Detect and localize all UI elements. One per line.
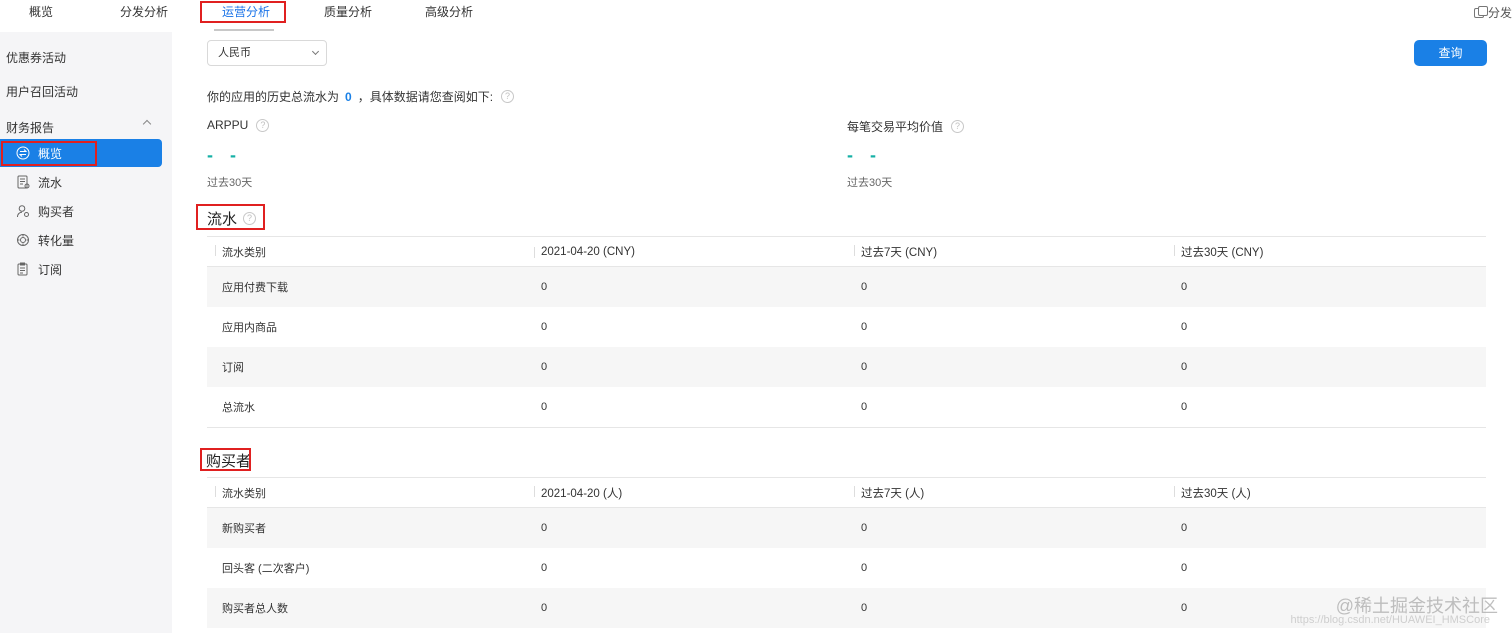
table-cell: 0 <box>541 562 548 574</box>
share-label: 分发 <box>1487 6 1512 20</box>
help-icon[interactable]: ? <box>951 120 965 133</box>
help-icon[interactable]: ? <box>501 90 515 103</box>
sidebar-item-conversion[interactable]: 转化量 <box>0 226 162 254</box>
table-cell: 购买者总人数 <box>222 603 288 615</box>
column-header: 过去7天 (人) <box>853 485 924 501</box>
column-header: 过去7天 (CNY) <box>853 244 937 260</box>
revenue-table: 流水类别 2021-04-20 (CNY) 过去7天 (CNY) 过去30天 (… <box>207 236 1486 428</box>
table-cell: 0 <box>861 281 868 293</box>
metric-avg-transaction-label: 每笔交易平均价值 ? <box>847 118 965 135</box>
table-cell: 0 <box>541 321 548 333</box>
table-cell: 新购买者 <box>222 523 266 535</box>
chevron-up-icon <box>142 119 152 129</box>
active-tab-indicator <box>214 29 274 31</box>
clipboard-icon <box>16 262 30 276</box>
cycle-icon <box>16 233 30 247</box>
tab-highlight-box <box>200 1 286 23</box>
table-header-row: 流水类别 2021-04-20 (人) 过去7天 (人) 过去30天 (人) <box>207 478 1486 508</box>
sidebar-item-label: 流水 <box>38 175 63 190</box>
currency-select-value: 人民币 <box>218 47 251 59</box>
section-highlight-box <box>200 448 251 471</box>
share-button[interactable]: 分发 <box>1473 4 1512 21</box>
table-cell: 0 <box>541 361 548 373</box>
sidebar-item-buyers[interactable]: 购买者 <box>0 197 162 225</box>
sidebar-item-revenue[interactable]: 流水 <box>0 168 162 196</box>
table-cell: 订阅 <box>222 362 244 374</box>
table-cell: 0 <box>1181 321 1188 333</box>
table-cell: 0 <box>861 361 868 373</box>
tab-advanced-analysis[interactable]: 高级分析 <box>425 0 473 24</box>
metric-arppu-value: - - <box>207 145 242 165</box>
tab-quality-analysis[interactable]: 质量分析 <box>324 0 372 24</box>
summary-suffix: ，具体数据请您查阅如下: <box>357 90 494 104</box>
help-icon[interactable]: ? <box>256 118 270 132</box>
tab-overview[interactable]: 概览 <box>29 0 53 24</box>
table-cell: 0 <box>1181 361 1188 373</box>
table-row: 总流水 0 0 0 <box>207 387 1486 427</box>
buyers-table: 流水类别 2021-04-20 (人) 过去7天 (人) 过去30天 (人) 新… <box>207 477 1486 628</box>
metric-label-text: 每笔交易平均价值 <box>847 120 944 134</box>
table-row: 回头客 (二次客户) 0 0 0 <box>207 548 1486 588</box>
table-cell: 0 <box>541 602 548 614</box>
sidebar-group-finance-report[interactable]: 财务报告 <box>6 119 156 136</box>
query-button[interactable]: 查询 <box>1414 40 1487 66</box>
metric-avg-transaction-value: - - <box>847 145 882 165</box>
column-header: 过去30天 (CNY) <box>1173 244 1263 260</box>
metric-label-text: ARPPU <box>207 118 249 132</box>
table-cell: 0 <box>1181 281 1188 293</box>
top-tab-bar: 概览 分发分析 运营分析 质量分析 高级分析 分发 <box>0 0 1512 26</box>
watermark-url: https://blog.csdn.net/HUAWEI_HMSCore <box>1290 614 1490 626</box>
table-cell: 总流水 <box>222 402 255 414</box>
table-cell: 0 <box>861 401 868 413</box>
metric-avg-transaction-period: 过去30天 <box>847 177 893 189</box>
sidebar-item-subscription[interactable]: 订阅 <box>0 255 162 283</box>
column-header: 流水类别 <box>215 244 266 260</box>
tab-distribution-analysis[interactable]: 分发分析 <box>120 0 168 24</box>
table-cell: 应用付费下载 <box>222 282 288 294</box>
table-cell: 0 <box>1181 602 1188 614</box>
sidebar-item-label: 订阅 <box>38 262 63 277</box>
table-cell: 0 <box>861 321 868 333</box>
currency-select[interactable]: 人民币 <box>207 40 327 66</box>
table-cell: 0 <box>1181 401 1188 413</box>
table-header-row: 流水类别 2021-04-20 (CNY) 过去7天 (CNY) 过去30天 (… <box>207 237 1486 267</box>
table-cell: 0 <box>861 562 868 574</box>
table-cell: 0 <box>861 602 868 614</box>
chevron-down-icon <box>311 47 320 56</box>
table-cell: 0 <box>541 401 548 413</box>
share-icon <box>1473 5 1488 18</box>
table-cell: 0 <box>541 281 548 293</box>
table-cell: 0 <box>541 522 548 534</box>
revenue-summary: 你的应用的历史总流水为 0 ，具体数据请您查阅如下: ? <box>207 88 515 105</box>
table-cell: 0 <box>1181 562 1188 574</box>
table-row: 应用内商品 0 0 0 <box>207 307 1486 347</box>
table-cell: 回头客 (二次客户) <box>222 563 310 575</box>
sidebar-item-coupon-activity[interactable]: 优惠券活动 <box>6 49 66 66</box>
document-icon <box>16 175 30 189</box>
table-row: 新购买者 0 0 0 <box>207 508 1486 548</box>
column-header: 2021-04-20 (人) <box>533 485 622 501</box>
sidebar-item-label: 购买者 <box>38 204 75 219</box>
sidebar-item-user-recall[interactable]: 用户召回活动 <box>6 83 78 100</box>
sidebar-highlight-box <box>1 141 97 166</box>
table-cell: 0 <box>861 522 868 534</box>
column-header: 2021-04-20 (CNY) <box>534 245 635 258</box>
sidebar-group-label: 财务报告 <box>6 121 55 135</box>
summary-total-value: 0 <box>345 89 352 104</box>
sidebar: 优惠券活动 用户召回活动 财务报告 概览 流水 购买者 转化量 订阅 <box>0 32 172 633</box>
column-header: 过去30天 (人) <box>1174 485 1251 501</box>
metric-arppu-label: ARPPU ? <box>207 118 270 132</box>
column-header: 流水类别 <box>215 485 266 501</box>
section-highlight-box <box>196 204 265 230</box>
table-cell: 应用内商品 <box>222 322 277 334</box>
table-row: 订阅 0 0 0 <box>207 347 1486 387</box>
table-row: 应用付费下载 0 0 0 <box>207 267 1486 307</box>
sidebar-item-label: 转化量 <box>38 233 75 248</box>
table-cell: 0 <box>1181 522 1188 534</box>
user-icon <box>16 204 30 218</box>
metric-arppu-period: 过去30天 <box>207 177 253 189</box>
summary-prefix: 你的应用的历史总流水为 <box>207 90 340 104</box>
